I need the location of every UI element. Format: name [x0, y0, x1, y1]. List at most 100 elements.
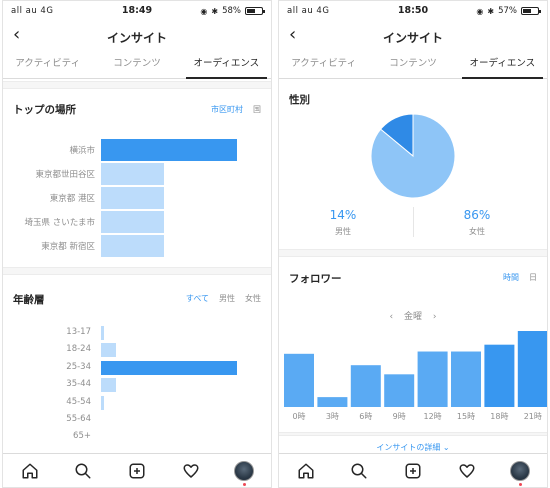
tab-audience[interactable]: オーディエンス — [182, 51, 271, 79]
followers-hour-chart — [284, 331, 547, 407]
hour-tick-label: 3時 — [325, 412, 339, 421]
filter-city[interactable]: 市区町村 — [211, 104, 243, 115]
age-bar — [101, 326, 104, 340]
battery-icon — [245, 7, 265, 15]
status-bar: all au 4G 18:49 ◉ ✱ 58% — [3, 1, 271, 21]
age-bar — [101, 395, 104, 410]
hour-bar — [384, 374, 415, 407]
status-right: ◉ ✱ 58% — [200, 6, 265, 16]
hour-bar — [317, 397, 348, 407]
male-percent: 14% — [329, 208, 357, 222]
avatar — [510, 460, 531, 481]
age-bar — [101, 360, 237, 375]
top-locations-title: トップの場所 — [13, 104, 76, 116]
location-label: 東京都世田谷区 — [35, 170, 95, 180]
search-icon[interactable] — [347, 459, 371, 483]
filter-hour[interactable]: 時間 — [503, 272, 519, 283]
hour-bar — [451, 351, 481, 407]
age-label: 18-24 — [66, 344, 91, 355]
hour-bar — [417, 351, 448, 407]
age-bar — [101, 343, 116, 358]
hour-tick-label: 9時 — [392, 412, 406, 421]
age-label: 13-17 — [66, 327, 91, 337]
location-label: 東京都 新宿区 — [41, 242, 95, 252]
tab-activity[interactable]: アクティビティ — [279, 51, 368, 78]
section-divider — [279, 432, 547, 436]
followers-title: フォロワー — [289, 273, 342, 285]
phone-screen-right: all au 4G 18:50 ◉ ✱ 57% ‹ インサイト アクティビティ … — [278, 0, 548, 488]
status-right: ◉ ✱ 57% — [476, 6, 541, 16]
female-percent: 86% — [463, 208, 491, 222]
bottom-tab-bar — [279, 453, 547, 487]
age-row: 35-44 — [3, 378, 271, 393]
nav-bar: ‹ インサイト — [279, 21, 547, 51]
tab-audience[interactable]: オーディエンス — [458, 51, 547, 79]
new-post-icon[interactable] — [125, 459, 149, 483]
insight-details-link[interactable]: インサイトの詳細 ⌄ — [279, 442, 547, 453]
gender-divider — [413, 207, 414, 237]
hour-tick-label: 21時 — [523, 412, 542, 421]
age-bar — [101, 378, 116, 393]
location-bar — [101, 211, 164, 233]
filter-all[interactable]: すべて — [186, 293, 209, 304]
insight-tabs: アクティビティ コンテンツ オーディエンス — [279, 51, 547, 79]
new-post-icon[interactable] — [401, 459, 425, 483]
prev-day-chevron-icon[interactable]: ‹ — [390, 312, 394, 322]
next-day-chevron-icon[interactable]: › — [433, 312, 437, 322]
filter-day[interactable]: 日 — [529, 272, 537, 283]
heart-icon[interactable] — [179, 459, 203, 483]
gender-pie-chart — [370, 113, 456, 199]
home-icon[interactable] — [18, 459, 42, 483]
tab-content[interactable]: コンテンツ — [368, 51, 457, 78]
hour-tick-label: 18時 — [490, 412, 509, 421]
phone-screen-left: all au 4G 18:49 ◉ ✱ 58% ‹ インサイト アクティビティ … — [2, 0, 272, 488]
hour-bar — [350, 365, 381, 407]
section-divider — [279, 249, 547, 257]
age-label: 45-54 — [66, 396, 91, 407]
profile-avatar[interactable] — [508, 459, 532, 486]
hour-bar — [517, 331, 547, 407]
battery-icon — [521, 7, 541, 15]
section-divider — [3, 267, 271, 275]
page-title: インサイト — [106, 31, 167, 45]
day-selector: ‹ 金曜 › — [279, 309, 547, 322]
age-row: 45-54 — [3, 395, 271, 410]
filter-male[interactable]: 男性 — [219, 293, 235, 304]
hour-tick-label: 12時 — [423, 412, 442, 421]
heart-icon[interactable] — [455, 459, 479, 483]
hour-tick-label: 6時 — [359, 412, 373, 421]
insight-details-label: インサイトの詳細 — [376, 443, 441, 452]
section-divider — [3, 81, 271, 89]
hour-tick-label: 15時 — [456, 412, 476, 421]
profile-avatar[interactable] — [232, 459, 256, 486]
filter-country[interactable]: 国 — [253, 104, 261, 115]
location-bar — [101, 163, 164, 185]
location-icon: ◉ — [476, 6, 484, 16]
location-row: 横浜市 — [3, 139, 271, 161]
location-filters: 市区町村 国 — [211, 104, 261, 115]
location-row: 東京都 新宿区 — [3, 235, 271, 257]
search-icon[interactable] — [71, 459, 95, 483]
location-row: 埼玉県 さいたま市 — [3, 211, 271, 233]
age-range-title: 年齢層 — [13, 294, 45, 306]
age-row: 25-34 — [3, 360, 271, 375]
age-row: 13-17 — [3, 326, 271, 340]
nav-bar: ‹ インサイト — [3, 21, 271, 51]
insight-tabs: アクティビティ コンテンツ オーディエンス — [3, 51, 271, 79]
age-filters: すべて 男性 女性 — [186, 293, 261, 304]
filter-female[interactable]: 女性 — [245, 293, 261, 304]
tab-activity[interactable]: アクティビティ — [3, 51, 92, 78]
location-row: 東京都 港区 — [3, 187, 271, 209]
location-label: 東京都 港区 — [49, 194, 95, 204]
female-label: 女性 — [469, 227, 485, 236]
age-row: 55-64 — [3, 413, 271, 427]
home-icon[interactable] — [294, 459, 318, 483]
bottom-tab-bar — [3, 453, 271, 487]
follower-filters: 時間 日 — [503, 272, 537, 283]
notification-dot — [242, 482, 246, 486]
location-icon: ◉ — [200, 6, 208, 16]
tab-content[interactable]: コンテンツ — [92, 51, 181, 78]
chevron-down-icon: ⌄ — [442, 443, 450, 452]
location-bar — [101, 235, 164, 257]
location-label: 横浜市 — [69, 146, 95, 156]
